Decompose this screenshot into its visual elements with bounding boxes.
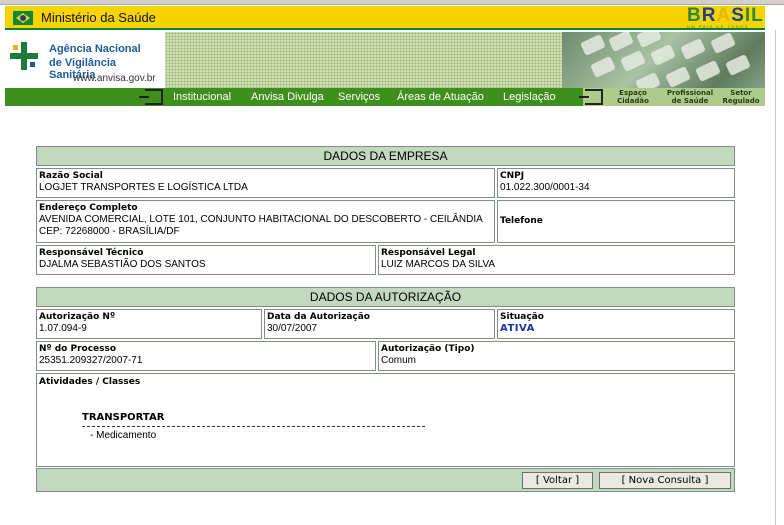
window-edge <box>775 30 776 525</box>
section-header-empresa: DADOS DA EMPRESA <box>36 146 735 166</box>
nav-sub-line: de Saúde <box>671 97 709 105</box>
field-cnpj: CNPJ 01.022.300/0001-34 <box>497 168 735 198</box>
agency-url[interactable]: www.anvisa.gov.br <box>73 73 156 84</box>
label-telefone: Telefone <box>500 216 543 226</box>
label-responsavel-tecnico: Responsável Técnico <box>39 248 144 258</box>
site-header: Agência Nacional de Vigilância Sanitária… <box>5 32 765 88</box>
label-data-autorizacao: Data da Autorização <box>267 312 370 322</box>
field-situacao: Situação ATIVA <box>497 309 735 339</box>
field-data-autorizacao: Data da Autorização 30/07/2007 <box>264 309 495 339</box>
value-numero-processo: 25351.209327/2007-71 <box>39 355 143 366</box>
label-responsavel-legal: Responsável Legal <box>381 248 476 258</box>
agency-name-line1: Agência Nacional <box>49 43 141 55</box>
nav-sub-line: Regulado <box>722 97 760 105</box>
nav-audience-area: Espaço Cidadão Profissional de Saúde Set… <box>579 88 765 106</box>
nav-sub-profissional-saude[interactable]: Profissional de Saúde <box>661 89 719 105</box>
value-situacao: ATIVA <box>500 323 535 334</box>
form-footer: [ Voltar ] [ Nova Consulta ] <box>36 468 735 492</box>
brasil-letter-b: B <box>687 5 702 26</box>
nav-arrow-icon <box>139 89 163 105</box>
value-responsavel-tecnico: DJALMA SEBASTIÃO DOS SANTOS <box>39 259 206 270</box>
label-cnpj: CNPJ <box>500 171 525 181</box>
ministry-title: Ministério da Saúde <box>41 10 156 25</box>
brasil-letter-r: R <box>701 5 717 26</box>
nav-item-legislacao[interactable]: Legislação <box>503 91 556 103</box>
nav-sub-line: Setor <box>730 89 752 97</box>
field-atividades-classes: Atividades / Classes TRANSPORTAR - Medic… <box>36 373 735 467</box>
field-telefone: Telefone <box>497 200 735 243</box>
field-responsavel-tecnico: Responsável Técnico DJALMA SEBASTIÃO DOS… <box>36 245 376 275</box>
value-autorizacao-tipo: Comum <box>381 355 417 366</box>
voltar-button[interactable]: [ Voltar ] <box>522 472 593 489</box>
nav-item-institucional[interactable]: Institucional <box>173 91 231 103</box>
nav-item-anvisa-divulga[interactable]: Anvisa Divulga <box>251 91 324 103</box>
header-pattern <box>165 32 562 88</box>
label-autorizacao-tipo: Autorização (Tipo) <box>381 344 475 354</box>
anvisa-cross-icon <box>10 42 38 70</box>
brazil-flag-icon <box>13 11 33 25</box>
nav-item-areas-de-atuacao[interactable]: Áreas de Atuação <box>397 91 484 103</box>
field-numero-processo: Nº do Processo 25351.209327/2007-71 <box>36 341 376 371</box>
brasil-letter-a: A <box>716 5 732 26</box>
value-data-autorizacao: 30/07/2007 <box>267 323 318 334</box>
brasil-letter-il: IL <box>744 5 764 26</box>
main-nav: Institucional Anvisa Divulga Serviços Ár… <box>5 88 765 106</box>
nova-consulta-button[interactable]: [ Nova Consulta ] <box>599 472 731 489</box>
browser-top-strip <box>0 0 784 5</box>
label-endereco: Endereço Completo <box>39 203 138 213</box>
activity-item: - Medicamento <box>90 430 157 441</box>
nav-sub-setor-regulado[interactable]: Setor Regulado <box>719 89 763 105</box>
nav-item-servicos[interactable]: Serviços <box>338 91 380 103</box>
activity-class: TRANSPORTAR <box>82 412 165 423</box>
anvisa-logo[interactable]: Agência Nacional de Vigilância Sanitária… <box>5 32 165 88</box>
label-numero-processo: Nº do Processo <box>39 344 117 354</box>
label-razao-social: Razão Social <box>39 171 103 181</box>
value-endereco-line2: CEP: 72268000 - BRASÍLIA/DF <box>39 226 180 237</box>
brasil-letter-s: S <box>731 5 745 26</box>
label-atividades-classes: Atividades / Classes <box>39 377 141 387</box>
nav-sub-line: Profissional <box>666 89 714 97</box>
field-autorizacao-tipo: Autorização (Tipo) Comum <box>378 341 735 371</box>
value-endereco-line1: AVENIDA COMERCIAL, LOTE 101, CONJUNTO HA… <box>39 214 483 225</box>
value-responsavel-legal: LUIZ MARCOS DA SILVA <box>381 259 496 270</box>
nav-sub-line: Espaço <box>619 89 647 97</box>
value-autorizacao-numero: 1.07.094-9 <box>39 323 87 334</box>
field-autorizacao-numero: Autorização Nº 1.07.094-9 <box>36 309 262 339</box>
field-razao-social: Razão Social LOGJET TRANSPORTES E LOGÍST… <box>36 168 495 198</box>
nav-sub-espaco-cidadao[interactable]: Espaço Cidadão <box>611 89 655 105</box>
field-endereco: Endereço Completo AVENIDA COMERCIAL, LOT… <box>36 200 495 243</box>
label-autorizacao-numero: Autorização Nº <box>39 312 116 322</box>
section-header-autorizacao: DADOS DA AUTORIZAÇÃO <box>36 287 735 307</box>
activity-divider <box>82 426 425 427</box>
brasil-logo[interactable]: BRASIL UM PAÍS DE TODOS <box>687 5 764 29</box>
field-responsavel-legal: Responsável Legal LUIZ MARCOS DA SILVA <box>378 245 735 275</box>
header-keyboard-image <box>562 32 765 88</box>
ministry-bar: Ministério da Saúde BRASIL UM PAÍS DE TO… <box>5 6 765 30</box>
value-razao-social: LOGJET TRANSPORTES E LOGÍSTICA LTDA <box>39 182 248 193</box>
nav-sub-line: Cidadão <box>617 97 649 105</box>
value-cnpj: 01.022.300/0001-34 <box>500 182 590 193</box>
brasil-logo-word: BRASIL <box>687 5 764 26</box>
nav-arrow-icon-2 <box>579 89 603 105</box>
label-situacao: Situação <box>500 312 544 322</box>
